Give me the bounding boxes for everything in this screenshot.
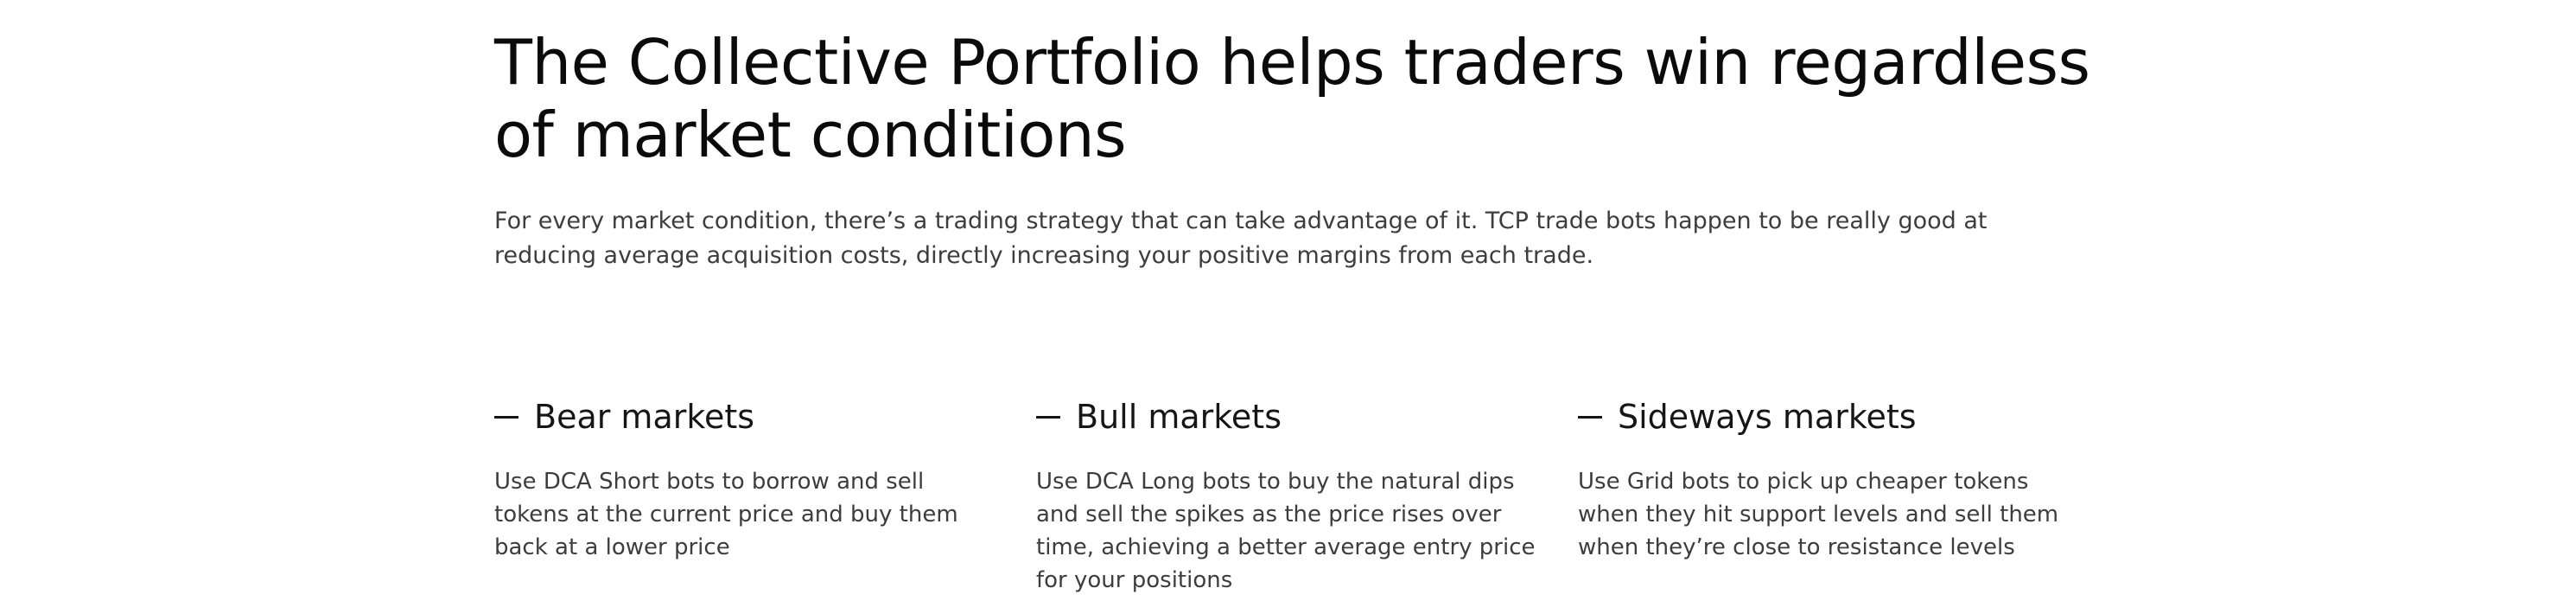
dash-icon [494, 415, 518, 419]
section-heading: The Collective Portfolio helps traders w… [494, 26, 2090, 171]
dash-icon [1578, 415, 1602, 419]
market-card-title-text: Bear markets [534, 398, 755, 436]
market-card-title: Bull markets [1036, 393, 1546, 441]
market-card-bear: Bear markets Use DCA Short bots to borro… [494, 393, 1004, 564]
market-card-title: Bear markets [494, 393, 1004, 441]
dash-icon [1036, 415, 1060, 419]
market-conditions-section: The Collective Portfolio helps traders w… [0, 0, 2576, 601]
market-card-title: Sideways markets [1578, 393, 2088, 441]
market-card-description: Use DCA Short bots to borrow and sell to… [494, 469, 958, 560]
market-card-bull: Bull markets Use DCA Long bots to buy th… [1036, 393, 1546, 597]
market-columns: Bear markets Use DCA Short bots to borro… [494, 393, 2102, 600]
section-intro: For every market condition, there’s a tr… [494, 208, 1988, 269]
market-card-title-text: Sideways markets [1618, 398, 1917, 436]
market-card-title-text: Bull markets [1076, 398, 1282, 436]
market-card-description: Use Grid bots to pick up cheaper tokens … [1578, 469, 2059, 560]
market-card-description: Use DCA Long bots to buy the natural dip… [1036, 469, 1536, 593]
market-card-sideways: Sideways markets Use Grid bots to pick u… [1578, 393, 2088, 564]
